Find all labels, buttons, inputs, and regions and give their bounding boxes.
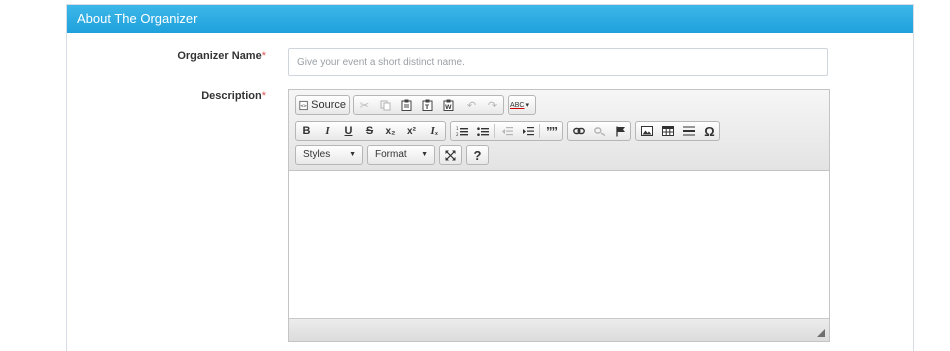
link-button[interactable]	[568, 122, 589, 140]
cut-button[interactable]: ✂	[354, 96, 375, 114]
maximize-group	[439, 145, 462, 165]
description-editor: <> Source ✂ T W ↶ ↷ ABC ▾ B I U S x₂ x² …	[288, 89, 830, 342]
source-button[interactable]: <> Source	[296, 96, 349, 114]
editor-toolbar: <> Source ✂ T W ↶ ↷ ABC ▾ B I U S x₂ x² …	[289, 90, 829, 171]
description-label: Description*	[201, 90, 266, 102]
numbered-list-button[interactable]: 12	[451, 122, 472, 140]
toolbar-separator	[494, 124, 495, 138]
editor-content-area[interactable]	[289, 171, 829, 319]
maximize-icon	[445, 150, 456, 160]
organizer-name-field[interactable]	[288, 48, 828, 76]
underline-button[interactable]: U	[338, 122, 359, 140]
svg-text:1: 1	[456, 126, 459, 131]
horizontal-rule-icon	[682, 126, 695, 136]
organizer-name-input[interactable]	[289, 49, 827, 75]
undo-button[interactable]: ↶	[461, 96, 482, 114]
unlink-button[interactable]	[589, 122, 610, 140]
image-button[interactable]	[636, 122, 657, 140]
bold-button[interactable]: B	[296, 122, 317, 140]
unlink-icon	[593, 126, 605, 136]
spellcheck-group: ABC ▾	[508, 95, 536, 115]
link-icon	[572, 127, 585, 135]
help-button[interactable]: ?	[467, 146, 488, 164]
outdent-button[interactable]	[496, 122, 517, 140]
image-icon	[640, 126, 653, 136]
copy-icon	[380, 100, 391, 110]
remove-format-button[interactable]: Iₓ	[424, 122, 445, 140]
links-group	[567, 121, 631, 141]
panel-title: About The Organizer	[67, 5, 913, 33]
blockquote-button[interactable]: ””	[541, 122, 562, 140]
paste-word-icon: W	[443, 99, 454, 111]
numbered-list-icon: 12	[456, 126, 468, 137]
bulleted-list-button[interactable]	[472, 122, 493, 140]
format-dropdown[interactable]: Format ▼	[367, 145, 435, 165]
redo-button[interactable]: ↷	[482, 96, 503, 114]
table-button[interactable]	[657, 122, 678, 140]
dropdown-arrow-icon: ▾	[525, 102, 529, 109]
svg-text:W: W	[445, 104, 452, 111]
spellcheck-button[interactable]: ABC ▾	[509, 96, 530, 114]
source-group: <> Source	[295, 95, 350, 115]
required-marker: *	[261, 50, 266, 62]
clipboard-group: ✂ T W ↶ ↷	[353, 95, 504, 115]
special-char-button[interactable]: Ω	[699, 122, 720, 140]
spellcheck-icon: ABC	[510, 101, 525, 109]
maximize-button[interactable]	[440, 146, 461, 164]
table-icon	[661, 126, 674, 136]
insert-group: Ω	[635, 121, 720, 141]
paste-icon	[401, 99, 412, 111]
outdent-icon	[501, 126, 513, 135]
resize-handle-icon[interactable]	[817, 329, 825, 337]
basicstyles-group: B I U S x₂ x² Iₓ	[295, 121, 446, 141]
chevron-down-icon: ▼	[349, 151, 356, 158]
undo-icon: ↶	[466, 99, 477, 112]
indent-icon	[522, 126, 534, 135]
help-group: ?	[466, 145, 489, 165]
chevron-down-icon: ▼	[421, 151, 428, 158]
paste-button[interactable]	[396, 96, 417, 114]
indent-button[interactable]	[517, 122, 538, 140]
subscript-button[interactable]: x₂	[380, 122, 401, 140]
bulleted-list-icon	[476, 126, 489, 136]
flag-icon	[615, 126, 625, 136]
copy-button[interactable]	[375, 96, 396, 114]
anchor-button[interactable]	[610, 122, 631, 140]
strikethrough-button[interactable]: S	[359, 122, 380, 140]
paste-word-button[interactable]: W	[438, 96, 459, 114]
redo-icon: ↷	[487, 99, 498, 112]
cut-icon: ✂	[359, 99, 370, 112]
editor-bottom-bar	[289, 318, 829, 341]
source-icon: <>	[299, 100, 308, 110]
horizontal-rule-button[interactable]	[678, 122, 699, 140]
svg-text:2: 2	[456, 132, 459, 137]
toolbar-separator	[539, 124, 540, 138]
svg-text:<>: <>	[301, 103, 307, 109]
paste-text-icon: T	[422, 99, 433, 111]
required-marker: *	[261, 90, 266, 102]
styles-dropdown[interactable]: Styles ▼	[295, 145, 363, 165]
italic-button[interactable]: I	[317, 122, 338, 140]
paragraph-group: 12 ””	[450, 121, 563, 141]
superscript-button[interactable]: x²	[401, 122, 422, 140]
organizer-name-label: Organizer Name*	[177, 50, 266, 62]
paste-text-button[interactable]: T	[417, 96, 438, 114]
